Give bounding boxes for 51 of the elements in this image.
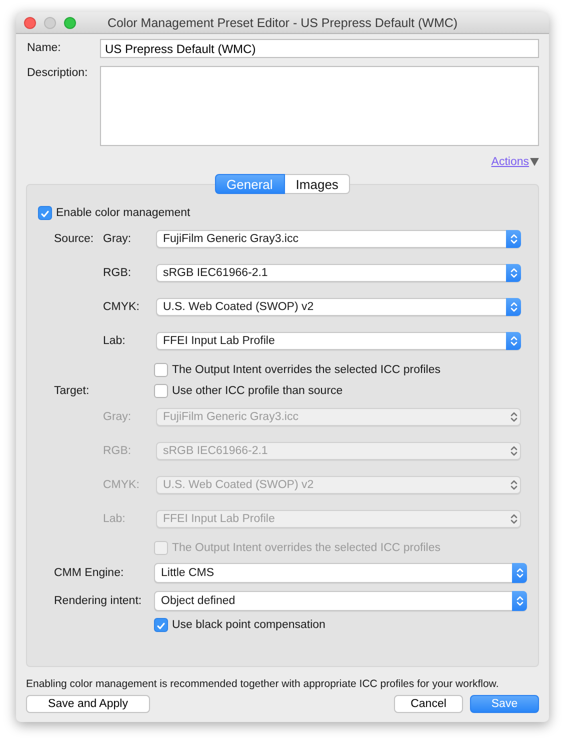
dropdown[interactable]: sRGB IEC61966-2.1 bbox=[156, 264, 521, 282]
field-label: RGB: bbox=[103, 445, 132, 457]
field-label: RGB: bbox=[103, 267, 132, 279]
chevrons-icon bbox=[510, 411, 518, 423]
tab[interactable]: Images bbox=[284, 174, 350, 194]
info-text: Enabling color management is recommended together with appropriate ICC profiles for your workflow. bbox=[26, 678, 500, 690]
dropdown[interactable]: U.S. Web Coated (SWOP) v2 bbox=[156, 298, 521, 316]
minimize-button[interactable] bbox=[44, 16, 56, 28]
checkbox[interactable] bbox=[154, 618, 168, 632]
checkbox-label: Use other ICC profile than source bbox=[172, 385, 343, 397]
field-label: Gray: bbox=[103, 411, 132, 423]
field-label: Gray: bbox=[103, 233, 132, 245]
field-label: CMYK: bbox=[103, 301, 140, 313]
checkbox[interactable] bbox=[154, 384, 168, 398]
section-label: Target: bbox=[54, 385, 90, 397]
dropdown[interactable]: FFEI Input Lab Profile bbox=[156, 332, 521, 350]
checkbox-label: The Output Intent overrides the selected ICC profiles bbox=[172, 364, 440, 376]
field-label: Rendering intent: bbox=[54, 595, 143, 607]
dropdown[interactable]: FujiFilm Generic Gray3.icc bbox=[156, 230, 521, 248]
checkbox[interactable] bbox=[154, 363, 168, 377]
checkbox-label: Use black point compensation bbox=[172, 619, 326, 631]
section-label: Source: bbox=[54, 233, 95, 245]
chevrons-icon bbox=[510, 445, 518, 457]
chevrons-icon bbox=[510, 301, 518, 313]
name-field[interactable]: US Prepress Default (WMC) bbox=[100, 39, 539, 58]
dropdown[interactable]: Little CMS bbox=[154, 563, 527, 583]
chevrons-icon bbox=[510, 479, 518, 491]
zoom-button[interactable] bbox=[64, 16, 76, 28]
field-label: Description: bbox=[26, 66, 89, 80]
description-field[interactable] bbox=[100, 66, 539, 146]
field-label: Lab: bbox=[103, 513, 126, 525]
triangle-icon bbox=[530, 158, 539, 166]
chevrons-icon bbox=[510, 267, 518, 279]
actions-link[interactable]: Actions bbox=[491, 156, 529, 168]
window-title: Color Management Preset Editor - US Prepress Default (WMC) bbox=[106, 16, 459, 30]
save-and-apply-button[interactable]: Save and Apply bbox=[26, 695, 150, 713]
chevrons-icon bbox=[516, 595, 524, 607]
close-button[interactable] bbox=[24, 16, 36, 28]
field-label: Name: bbox=[26, 41, 62, 56]
chevrons-icon bbox=[510, 513, 518, 525]
checkbox[interactable] bbox=[38, 206, 52, 220]
field-label: Lab: bbox=[103, 335, 126, 347]
field-label: CMYK: bbox=[103, 479, 140, 491]
checkbox-label: Enable color management bbox=[56, 207, 190, 219]
chevrons-icon bbox=[516, 567, 524, 579]
chevrons-icon bbox=[510, 233, 518, 245]
field-label: CMM Engine: bbox=[54, 567, 125, 579]
checkbox-label: The Output Intent overrides the selected ICC profiles bbox=[172, 542, 440, 554]
cancel-button[interactable]: Cancel bbox=[394, 695, 463, 713]
chevrons-icon bbox=[510, 335, 518, 347]
dropdown[interactable]: Object defined bbox=[154, 591, 527, 611]
